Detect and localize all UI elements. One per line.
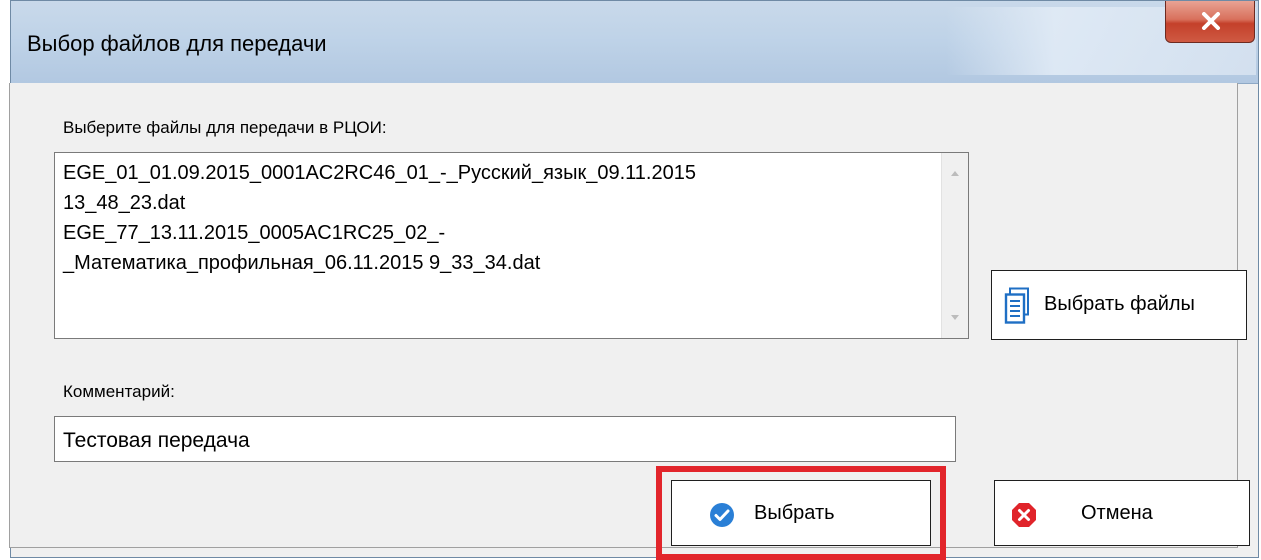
cancel-octagon-icon: [1012, 503, 1036, 527]
scroll-down-arrow-icon[interactable]: [951, 315, 959, 320]
list-item[interactable]: 13_48_23.dat: [63, 188, 933, 218]
cancel-label: Отмена: [1081, 502, 1153, 524]
scroll-up-arrow-icon[interactable]: [951, 171, 959, 176]
choose-files-label: Выбрать файлы: [1044, 293, 1195, 315]
select-button[interactable]: Выбрать: [671, 480, 931, 546]
file-list-scrollbar[interactable]: [941, 153, 968, 338]
comment-input[interactable]: [54, 416, 956, 462]
close-button[interactable]: [1165, 1, 1255, 43]
file-list[interactable]: EGE_01_01.09.2015_0001AC2RC46_01_-_Русск…: [54, 152, 969, 339]
document-icon: [1004, 287, 1029, 324]
file-list-content: EGE_01_01.09.2015_0001AC2RC46_01_-_Русск…: [63, 158, 933, 278]
title-bar[interactable]: Выбор файлов для передачи: [11, 1, 1258, 84]
close-icon: [1202, 12, 1220, 30]
checkmark-circle-icon: [710, 503, 734, 527]
comment-label: Комментарий:: [63, 382, 175, 401]
window-title: Выбор файлов для передачи: [27, 31, 327, 56]
files-label: Выберите файлы для передачи в РЦОИ:: [63, 118, 387, 137]
cancel-button[interactable]: Отмена: [994, 480, 1250, 546]
list-item[interactable]: _Математика_профильная_06.11.2015 9_33_3…: [63, 248, 933, 278]
list-item[interactable]: EGE_77_13.11.2015_0005AC1RC25_02_-: [63, 218, 933, 248]
select-label: Выбрать: [754, 502, 835, 524]
choose-files-button[interactable]: Выбрать файлы: [991, 270, 1247, 340]
list-item[interactable]: EGE_01_01.09.2015_0001AC2RC46_01_-_Русск…: [63, 158, 933, 188]
